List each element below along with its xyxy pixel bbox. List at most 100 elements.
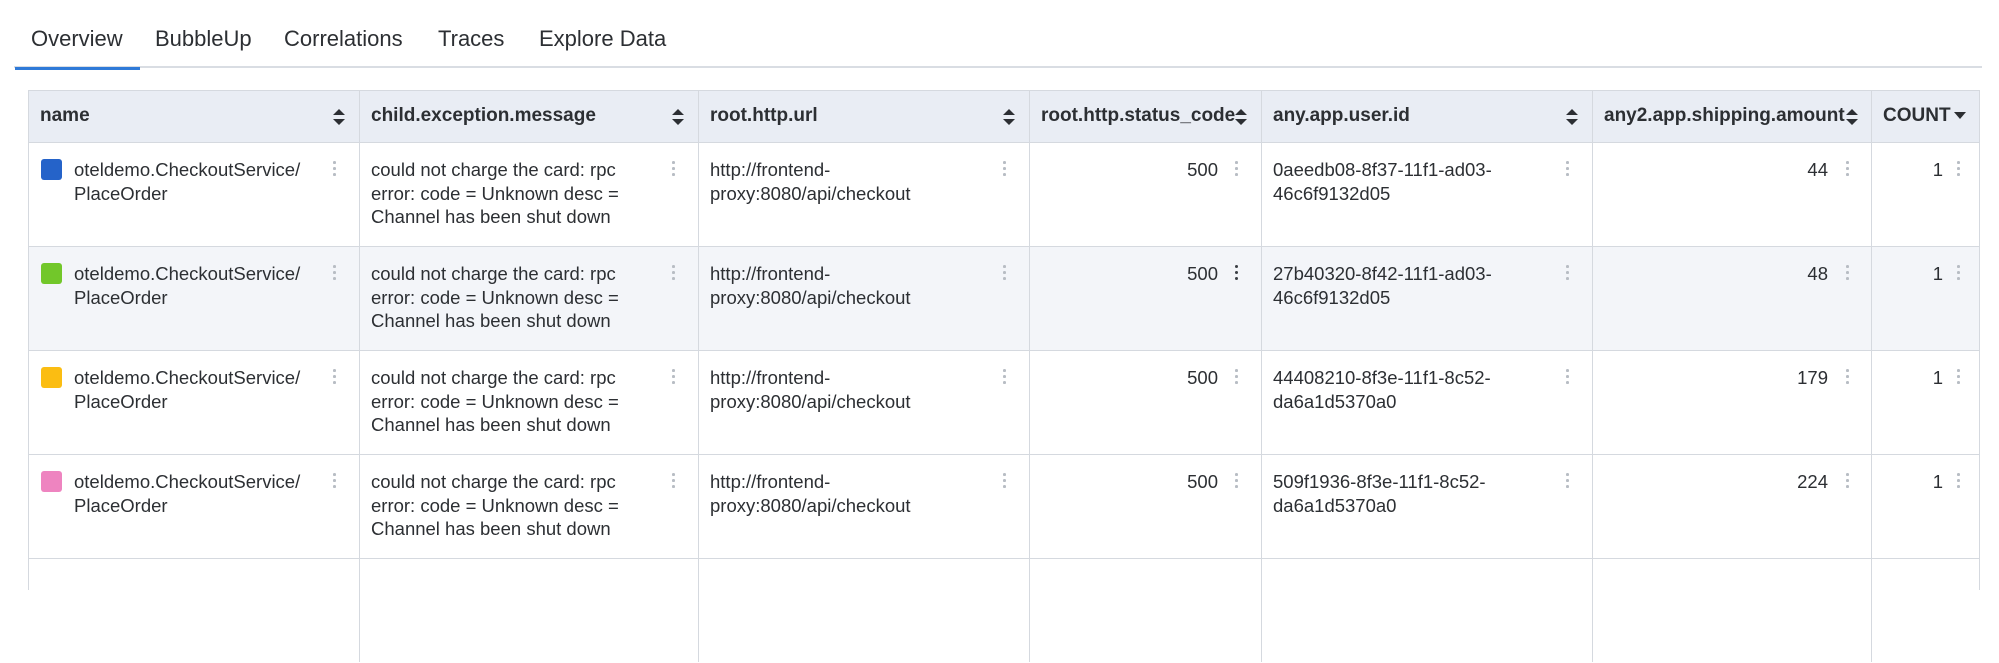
kebab-menu-icon[interactable] <box>1001 367 1007 387</box>
text-line: error: code = Unknown desc = <box>371 182 619 204</box>
cell-http-url <box>699 559 1030 662</box>
text-line: error: code = Unknown desc = <box>371 286 619 308</box>
kebab-menu-icon[interactable] <box>331 367 337 387</box>
text-line: Channel has been shut down <box>371 518 611 539</box>
kebab-menu-icon[interactable] <box>331 471 337 491</box>
column-header-name[interactable]: name <box>29 91 360 142</box>
kebab-menu-icon[interactable] <box>670 159 676 179</box>
column-header-user-id[interactable]: any.app.user.id <box>1262 91 1593 142</box>
shipping-amount-value: 48 <box>1807 263 1828 284</box>
kebab-menu-icon[interactable] <box>1564 471 1570 491</box>
status-code-value: 500 <box>1187 367 1218 388</box>
column-header-exception-message[interactable]: child.exception.message <box>360 91 699 142</box>
cell-count: 1 <box>1872 143 1981 246</box>
sort-icon[interactable] <box>1234 107 1248 127</box>
tab-explore-data[interactable]: Explore Data <box>539 0 666 68</box>
cell-user-id: 44408210-8f3e-11f1-8c52- da6a1d5370a0 <box>1262 351 1593 454</box>
sort-icon[interactable] <box>332 107 346 127</box>
cell-exception-message: could not charge the card: rpc error: co… <box>360 247 699 350</box>
kebab-menu-icon[interactable] <box>670 263 676 283</box>
kebab-menu-icon[interactable] <box>1233 159 1239 179</box>
table-header: name child.exception.message root.http.u… <box>29 90 1979 143</box>
color-swatch <box>41 367 62 388</box>
http-url-value: http://frontend- proxy:8080/api/checkout <box>710 158 911 205</box>
sort-icon[interactable] <box>1565 107 1579 127</box>
kebab-menu-icon[interactable] <box>331 159 337 179</box>
kebab-menu-icon[interactable] <box>1844 263 1850 283</box>
kebab-menu-icon[interactable] <box>1955 471 1961 491</box>
cell-shipping-amount: 48 <box>1593 247 1872 350</box>
kebab-menu-icon[interactable] <box>1001 471 1007 491</box>
cell-user-id: 27b40320-8f42-11f1-ad03- 46c6f9132d05 <box>1262 247 1593 350</box>
table-row[interactable]: oteldemo.CheckoutService/ PlaceOrder cou… <box>29 247 1979 351</box>
kebab-menu-icon[interactable] <box>1955 367 1961 387</box>
tab-correlations[interactable]: Correlations <box>284 0 403 68</box>
cell-http-url: http://frontend- proxy:8080/api/checkout <box>699 247 1030 350</box>
kebab-menu-icon[interactable] <box>1564 263 1570 283</box>
table-row[interactable]: oteldemo.CheckoutService/ PlaceOrder cou… <box>29 351 1979 455</box>
text-line: could not charge the card: rpc <box>371 263 616 284</box>
text-line: oteldemo.CheckoutService/ <box>74 159 301 180</box>
cell-shipping-amount: 44 <box>1593 143 1872 246</box>
count-value: 1 <box>1932 367 1943 388</box>
cell-status-code <box>1030 559 1262 662</box>
cell-exception-message: could not charge the card: rpc error: co… <box>360 143 699 246</box>
text-line: Channel has been shut down <box>371 206 611 227</box>
user-id-value: 44408210-8f3e-11f1-8c52- da6a1d5370a0 <box>1273 366 1491 413</box>
kebab-menu-icon[interactable] <box>1844 159 1850 179</box>
kebab-menu-icon[interactable] <box>1233 471 1239 491</box>
shipping-amount-value: 44 <box>1807 159 1828 180</box>
user-id-value: 27b40320-8f42-11f1-ad03- 46c6f9132d05 <box>1273 262 1492 309</box>
kebab-menu-icon[interactable] <box>1564 159 1570 179</box>
kebab-menu-icon[interactable] <box>1844 367 1850 387</box>
sort-icon[interactable] <box>1845 107 1859 127</box>
column-header-shipping-amount[interactable]: any2.app.shipping.amount <box>1593 91 1872 142</box>
user-id-value: 0aeedb08-8f37-11f1-ad03- 46c6f9132d05 <box>1273 158 1492 205</box>
text-line: http://frontend- <box>710 263 831 284</box>
table-row[interactable]: oteldemo.CheckoutService/ PlaceOrder cou… <box>29 455 1979 559</box>
text-line: error: code = Unknown desc = <box>371 390 619 412</box>
column-header-label: root.http.status_code <box>1041 105 1236 126</box>
cell-status-code: 500 <box>1030 247 1262 350</box>
kebab-menu-icon[interactable] <box>670 367 676 387</box>
text-line: proxy:8080/api/checkout <box>710 286 911 308</box>
kebab-menu-icon[interactable] <box>670 471 676 491</box>
text-line: 509f1936-8f3e-11f1-8c52- <box>1273 471 1486 492</box>
cell-count: 1 <box>1872 247 1981 350</box>
color-swatch <box>41 159 62 180</box>
kebab-menu-icon[interactable] <box>1844 471 1850 491</box>
sort-icon[interactable] <box>1002 107 1016 127</box>
text-line: Channel has been shut down <box>371 310 611 331</box>
tab-traces[interactable]: Traces <box>438 0 504 68</box>
caret-down-icon[interactable] <box>1954 112 1966 120</box>
kebab-menu-icon[interactable] <box>1233 263 1239 283</box>
name-value: oteldemo.CheckoutService/ PlaceOrder <box>74 470 300 517</box>
cell-status-code: 500 <box>1030 143 1262 246</box>
column-header-http-url[interactable]: root.http.url <box>699 91 1030 142</box>
sort-icon[interactable] <box>671 107 685 127</box>
status-code-value: 500 <box>1187 263 1218 284</box>
column-header-label: any2.app.shipping.amount <box>1604 105 1845 126</box>
kebab-menu-icon[interactable] <box>1001 263 1007 283</box>
kebab-menu-icon[interactable] <box>331 263 337 283</box>
table-row[interactable]: oteldemo.CheckoutService/ PlaceOrder cou… <box>29 143 1979 247</box>
tab-overview[interactable]: Overview <box>15 0 140 70</box>
tab-bubbleup[interactable]: BubbleUp <box>155 0 252 68</box>
cell-name: oteldemo.CheckoutService/ PlaceOrder <box>29 351 360 454</box>
kebab-menu-icon[interactable] <box>1233 367 1239 387</box>
kebab-menu-icon[interactable] <box>1564 367 1570 387</box>
cell-shipping-amount <box>1593 559 1872 662</box>
kebab-menu-icon[interactable] <box>1001 159 1007 179</box>
name-value: oteldemo.CheckoutService/ PlaceOrder <box>74 158 300 205</box>
column-header-count[interactable]: COUNT <box>1872 91 1981 142</box>
kebab-menu-icon[interactable] <box>1955 263 1961 283</box>
column-header-status-code[interactable]: root.http.status_code <box>1030 91 1262 142</box>
cell-status-code: 500 <box>1030 455 1262 558</box>
text-line: PlaceOrder <box>74 494 168 516</box>
cell-user-id <box>1262 559 1593 662</box>
color-swatch <box>41 471 62 492</box>
cell-name: oteldemo.CheckoutService/ PlaceOrder <box>29 247 360 350</box>
table-row[interactable] <box>29 559 1979 663</box>
cell-status-code: 500 <box>1030 351 1262 454</box>
kebab-menu-icon[interactable] <box>1955 159 1961 179</box>
